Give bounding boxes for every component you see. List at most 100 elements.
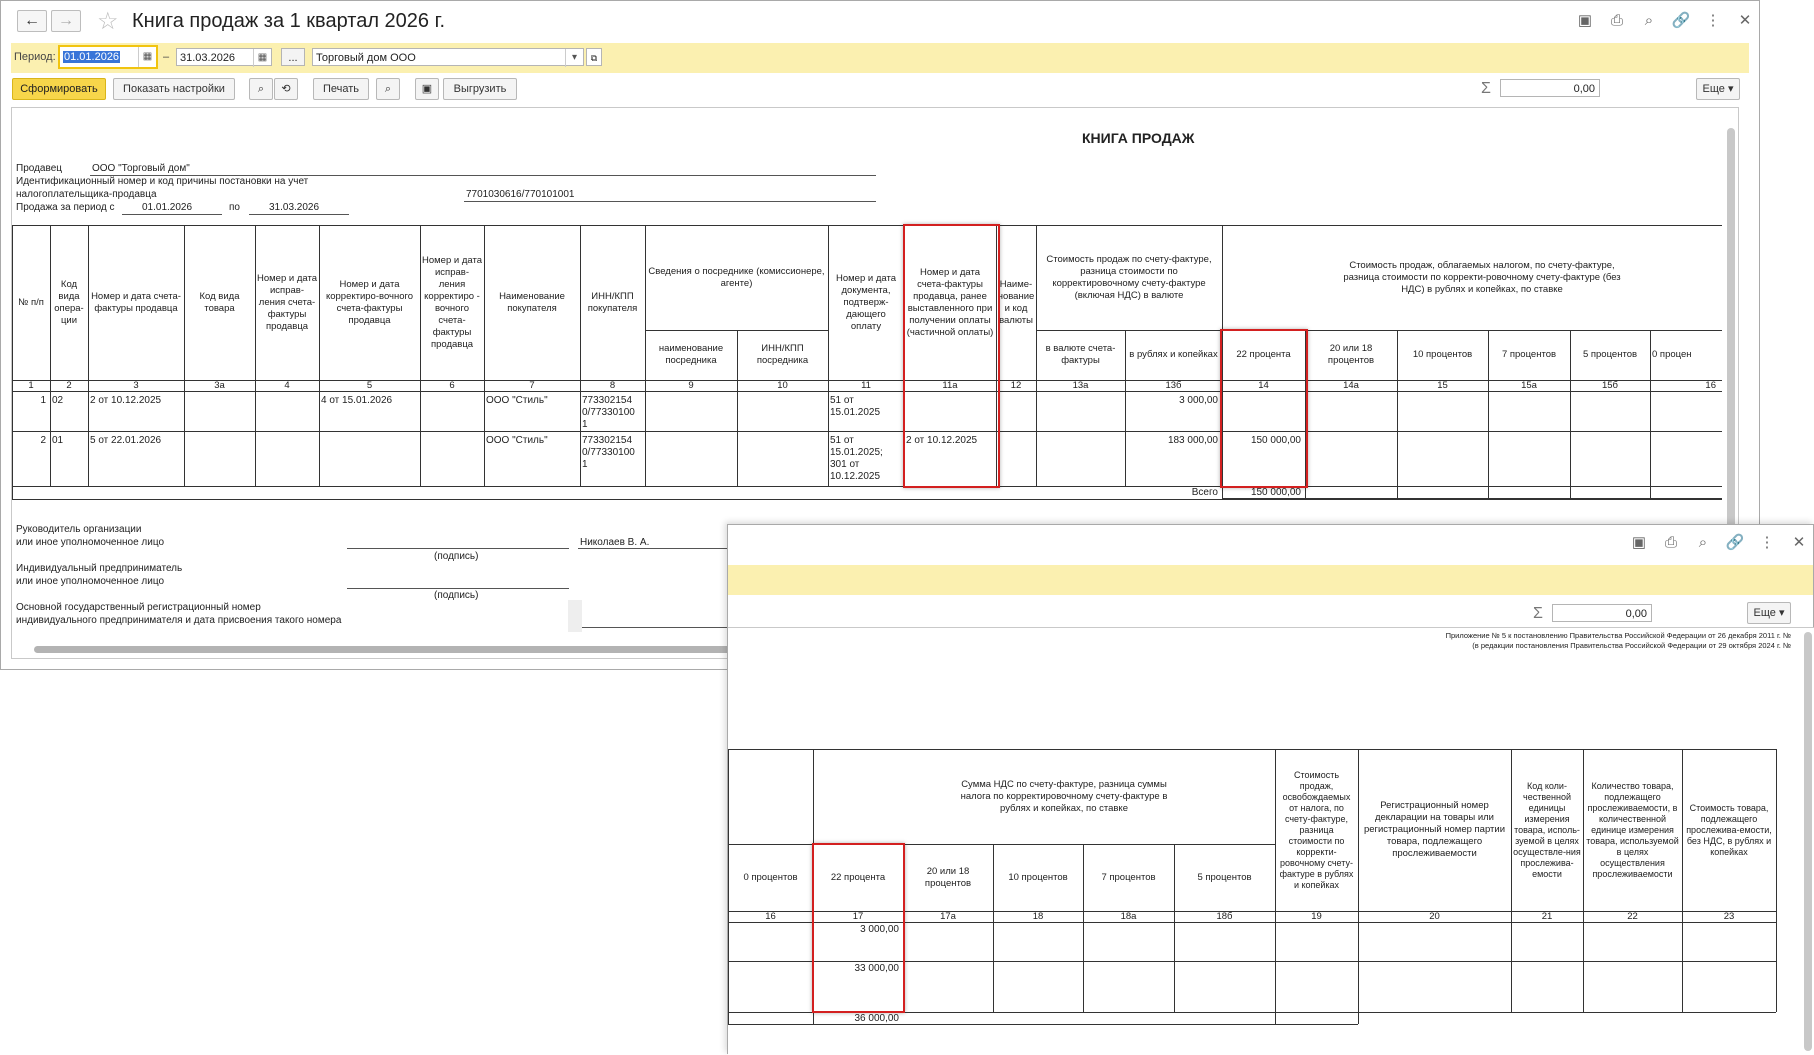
back-button[interactable]: ←	[17, 10, 47, 32]
close-icon[interactable]: ✕	[1788, 533, 1810, 553]
print-icon[interactable]: ⎙	[1660, 533, 1682, 553]
date-from-input[interactable]: 01.01.2026 ▦	[58, 45, 158, 69]
highlight-col-14	[1220, 329, 1308, 488]
col-header-14-group: Стоимость продаж, облагаемых налогом, по…	[1343, 259, 1621, 295]
show-settings-button[interactable]: Показать настройки	[113, 78, 235, 100]
search-refresh-button[interactable]: ⟲	[274, 78, 298, 100]
row-buyer: ООО "Стиль"	[486, 435, 548, 446]
col-number: 4	[284, 379, 290, 391]
col-number: 3а	[214, 379, 225, 391]
col-number: 10	[777, 379, 788, 391]
col-header-4: Номер и дата исправ-ления счета-фактуры …	[257, 272, 317, 332]
col-header-15: 10 процентов	[1412, 349, 1473, 360]
search-button[interactable]: ⌕	[249, 78, 273, 100]
preview-icon[interactable]: ⌕	[1692, 533, 1714, 553]
sum-icon: Σ	[1533, 605, 1543, 622]
more-button[interactable]: Еще ▾	[1747, 602, 1791, 624]
horizontal-scrollbar[interactable]	[34, 646, 744, 653]
signature-caption: (подпись)	[434, 551, 479, 562]
inn-label: Идентификационный номер и код причины по…	[16, 176, 309, 187]
print-icon[interactable]: ⎙	[1606, 11, 1628, 31]
col-header-6: Номер и дата исправ-ления корректиро - в…	[422, 254, 482, 350]
forward-button[interactable]: →	[51, 10, 81, 32]
title-bar: ← → ☆ Книга продаж за 1 квартал 2026 г. …	[1, 1, 1759, 41]
col-header-2: Код вида опера-ции	[54, 278, 84, 326]
col-number: 13б	[1165, 379, 1182, 391]
col-number: 22	[1627, 910, 1638, 922]
row-amount-rub: 3 000,00	[1179, 395, 1218, 406]
close-icon[interactable]: ✕	[1734, 11, 1756, 31]
highlight-col-17	[812, 843, 905, 1013]
inn-value: 7701030616/770101001	[466, 189, 575, 200]
calendar-icon[interactable]: ▦	[138, 47, 156, 67]
col-header-3: Номер и дата счета-фактуры продавца	[91, 290, 181, 314]
save-icon[interactable]: ▣	[1574, 11, 1596, 31]
col-header-13a: в валюте счета-фактуры	[1045, 343, 1116, 366]
report-sheet[interactable]: Приложение № 5 к постановлению Правитель…	[728, 627, 1814, 1055]
col-number: 14а	[1343, 379, 1359, 391]
period-from-label: Продажа за период с	[16, 202, 115, 213]
link-icon[interactable]: 🔗	[1670, 11, 1692, 31]
col-number: 17а	[940, 910, 956, 922]
period-from-value: 01.01.2026	[142, 202, 193, 213]
report-title: КНИГА ПРОДАЖ	[1082, 130, 1195, 146]
export-button[interactable]: Выгрузить	[443, 78, 517, 100]
form-button[interactable]: Сформировать	[12, 78, 106, 100]
col-header-5: Номер и дата корректиро-вочного счета-фа…	[325, 278, 414, 326]
col-number: 3	[133, 379, 139, 391]
sum-icon: Σ	[1481, 80, 1491, 97]
inn-label-2: налогоплательщика-продавца	[16, 189, 157, 200]
vertical-scrollbar[interactable]	[1804, 632, 1812, 1051]
more-icon[interactable]: ⋮	[1702, 11, 1724, 31]
more-icon[interactable]: ⋮	[1756, 533, 1778, 553]
total-vat-22: 36 000,00	[854, 1013, 900, 1024]
save-icon: ▣	[421, 83, 433, 95]
col-header-9-10: Сведения о посреднике (комиссионере, аге…	[648, 265, 825, 289]
save-button[interactable]: ▣	[415, 78, 439, 100]
col-number: 16	[765, 910, 776, 922]
row-number: 1	[40, 395, 46, 406]
col-header-9: наименование посредника	[658, 343, 724, 366]
row-buyer: ООО "Стиль"	[486, 395, 548, 406]
period-to-label: по	[229, 202, 240, 213]
more-button[interactable]: Еще ▾	[1696, 78, 1740, 100]
search-icon: ⌕	[257, 83, 265, 95]
open-icon[interactable]: ⧉	[586, 48, 602, 66]
sum-field: 0,00	[1552, 604, 1652, 622]
col-header-18a: 7 процентов	[1101, 871, 1156, 883]
ip-label: Индивидуальный предприниматель	[16, 563, 183, 574]
row-corr-invoice: 4 от 15.01.2026	[321, 395, 393, 406]
print-button[interactable]: Печать	[313, 78, 369, 100]
sum-field: 0,00	[1500, 79, 1600, 97]
highlight-col-11a	[903, 224, 1000, 488]
ogrn-label-2: индивидуального предпринимателя и дата п…	[16, 615, 342, 626]
col-number: 1	[28, 379, 34, 391]
col-header-1: № п/п	[18, 296, 44, 308]
row-invoice: 2 от 10.12.2025	[90, 395, 162, 406]
col-header-15b: 5 процентов	[1582, 349, 1638, 360]
period-choose-button[interactable]: ...	[281, 48, 305, 66]
save-icon[interactable]: ▣	[1628, 533, 1650, 553]
row-payment: 51 от 15.01.2025	[830, 395, 881, 418]
preview-icon[interactable]: ⌕	[1638, 11, 1660, 31]
organization-select[interactable]: Торговый дом ООО ▾	[312, 48, 584, 67]
arrow-right-icon: →	[58, 12, 74, 29]
col-header-19: Стоимость продаж, освобождаемых от налог…	[1279, 769, 1354, 890]
ogrn-label: Основной государственный регистрационный…	[16, 602, 261, 613]
date-to-input[interactable]: 31.03.2026 ▦	[176, 48, 272, 67]
favorite-star-icon[interactable]: ☆	[97, 7, 119, 36]
second-window: ▣ ⎙ ⌕ 🔗 ⋮ ✕ Σ 0,00 Еще ▾ Приложение № 5 …	[727, 524, 1814, 1055]
col-number: 7	[529, 379, 535, 391]
col-number: 18а	[1120, 910, 1137, 922]
preview-button[interactable]: ⌕	[376, 78, 400, 100]
chevron-down-icon[interactable]: ▾	[565, 49, 583, 67]
col-header-21: Код коли-чественной единицы измерения то…	[1513, 780, 1581, 879]
col-header-13b: в рублях и копейках	[1129, 349, 1218, 360]
calendar-icon[interactable]: ▦	[253, 49, 271, 67]
col-header-8: ИНН/КПП покупателя	[587, 290, 638, 314]
col-number: 15а	[1521, 379, 1537, 391]
col-header-14a: 20 или 18 процентов	[1327, 343, 1375, 366]
col-number: 16	[1705, 379, 1716, 391]
link-icon[interactable]: 🔗	[1724, 533, 1746, 553]
col-number: 18	[1032, 910, 1044, 922]
